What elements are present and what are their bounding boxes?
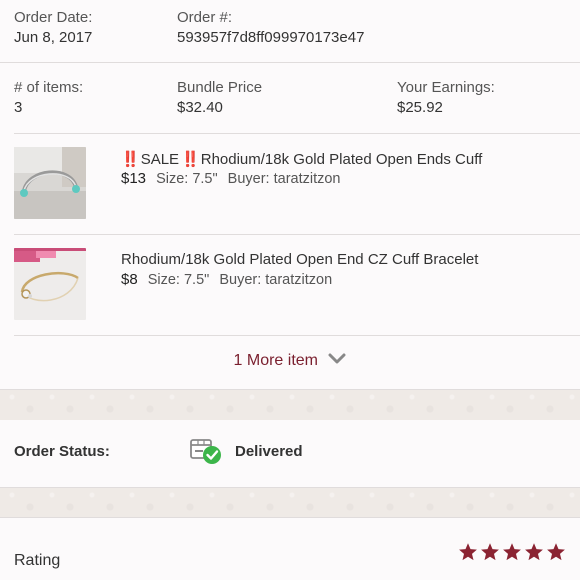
star-icon xyxy=(547,543,565,561)
star-icon xyxy=(503,543,521,561)
divider xyxy=(0,62,580,63)
order-status-value: Delivered xyxy=(235,443,303,460)
order-number-value: 593957f7d8ff099970173e47 xyxy=(177,29,365,46)
star-icon xyxy=(459,543,477,561)
bundle-price-label: Bundle Price xyxy=(177,79,263,96)
divider xyxy=(0,389,580,390)
item-meta: $8 Size: 7.5" Buyer: taratzitzon xyxy=(121,271,332,288)
item-thumbnail[interactable] xyxy=(14,248,86,320)
divider xyxy=(0,517,580,518)
order-date-value: Jun 8, 2017 xyxy=(14,29,93,46)
item-price: $13 xyxy=(121,170,147,187)
item-title-text: Rhodium/18k Gold Plated Open Ends Cuff xyxy=(200,151,483,168)
cz-cuff-bracelet-image xyxy=(14,248,86,320)
item-title[interactable]: Rhodium/18k Gold Plated Open End CZ Cuff… xyxy=(121,251,478,268)
item-meta: $13 Size: 7.5" Buyer: taratzitzon xyxy=(121,170,341,187)
section-separator xyxy=(0,389,580,420)
earnings-value: $25.92 xyxy=(397,99,443,116)
items-count-label: # of items: xyxy=(14,79,84,96)
divider xyxy=(14,234,580,235)
exclamation-icon: ‼️ xyxy=(121,151,140,168)
divider xyxy=(0,487,580,488)
more-items-label: 1 More item xyxy=(233,352,318,370)
rating-label: Rating xyxy=(14,552,61,569)
earnings-label: Your Earnings: xyxy=(397,79,495,96)
more-items-button[interactable]: 1 More item xyxy=(0,352,580,374)
order-status-label: Order Status: xyxy=(14,443,110,460)
item-buyer: Buyer: taratzitzon xyxy=(227,171,341,187)
items-count-value: 3 xyxy=(14,99,23,116)
chevron-down-icon xyxy=(328,352,346,370)
item-size: Size: 7.5" xyxy=(156,171,218,187)
item-price: $8 xyxy=(121,271,138,288)
divider xyxy=(14,335,580,336)
order-date-label: Order Date: xyxy=(14,9,93,26)
bundle-price-value: $32.40 xyxy=(177,99,223,116)
item-title[interactable]: ‼️ SALE ‼️ Rhodium/18k Gold Plated Open End… xyxy=(121,150,482,168)
order-number-label: Order #: xyxy=(177,9,233,26)
cuff-bracelet-image xyxy=(14,147,86,219)
rating-stars xyxy=(458,542,568,564)
exclamation-icon: ‼️ xyxy=(181,151,200,168)
section-separator xyxy=(0,487,580,518)
package-delivered-icon xyxy=(188,434,224,466)
item-size: Size: 7.5" xyxy=(147,272,210,288)
sale-tag: SALE xyxy=(140,151,180,168)
item-buyer: Buyer: taratzitzon xyxy=(219,272,333,288)
item-thumbnail[interactable] xyxy=(14,147,86,219)
star-icon xyxy=(481,543,499,561)
divider xyxy=(14,133,580,134)
star-icon xyxy=(525,543,543,561)
